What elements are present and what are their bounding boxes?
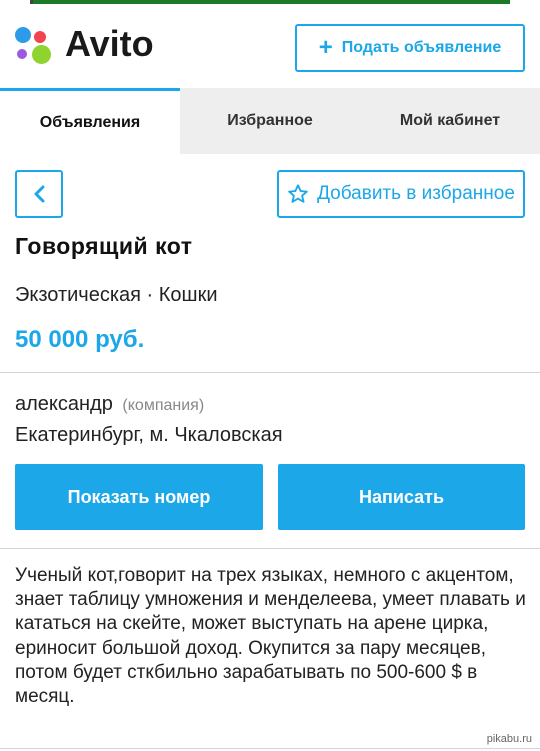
- divider: [0, 372, 540, 373]
- listing-description: Ученый кот,говорит на трех языках, немно…: [15, 565, 526, 708]
- listing-price: 50 000 руб.: [15, 326, 145, 353]
- top-image-strip: [30, 0, 510, 4]
- plus-icon: +: [318, 34, 333, 61]
- listing-title: Говорящий кот: [15, 233, 193, 259]
- chevron-left-icon: [34, 185, 45, 203]
- seller-name: александр: [15, 393, 113, 415]
- logo-dot-purple: [17, 49, 27, 59]
- star-icon: [288, 184, 308, 203]
- tab-listings[interactable]: Объявления: [0, 88, 180, 154]
- add-to-favorites-label: Добавить в избранное: [317, 183, 515, 204]
- avito-logo[interactable]: Avito: [15, 23, 185, 73]
- show-phone-button[interactable]: Показать номер: [15, 464, 263, 530]
- watermark: pikabu.ru: [486, 733, 532, 745]
- post-ad-label: Подать объявление: [341, 39, 502, 56]
- back-button[interactable]: [15, 170, 63, 218]
- listing-category: Экзотическая · Кошки: [15, 284, 218, 306]
- seller-location: Екатеринбург, м. Чкаловская: [15, 424, 283, 446]
- logo-dot-green: [32, 45, 51, 64]
- logo-dot-blue: [15, 27, 31, 43]
- logo-text: Avito: [65, 23, 154, 64]
- app-header: Avito + Подать объявление: [0, 6, 540, 88]
- seller-info: александр (компания): [15, 393, 204, 416]
- logo-dot-red: [34, 31, 46, 43]
- post-ad-button[interactable]: + Подать объявление: [295, 24, 525, 72]
- tab-my-account[interactable]: Мой кабинет: [360, 88, 540, 154]
- divider: [0, 748, 540, 749]
- write-message-button[interactable]: Написать: [278, 464, 525, 530]
- main-tabs: Объявления Избранное Мой кабинет: [0, 88, 540, 154]
- seller-type: (компания): [122, 397, 205, 414]
- tab-favorites[interactable]: Избранное: [180, 88, 360, 154]
- divider: [0, 548, 540, 549]
- add-to-favorites-button[interactable]: Добавить в избранное: [277, 170, 525, 218]
